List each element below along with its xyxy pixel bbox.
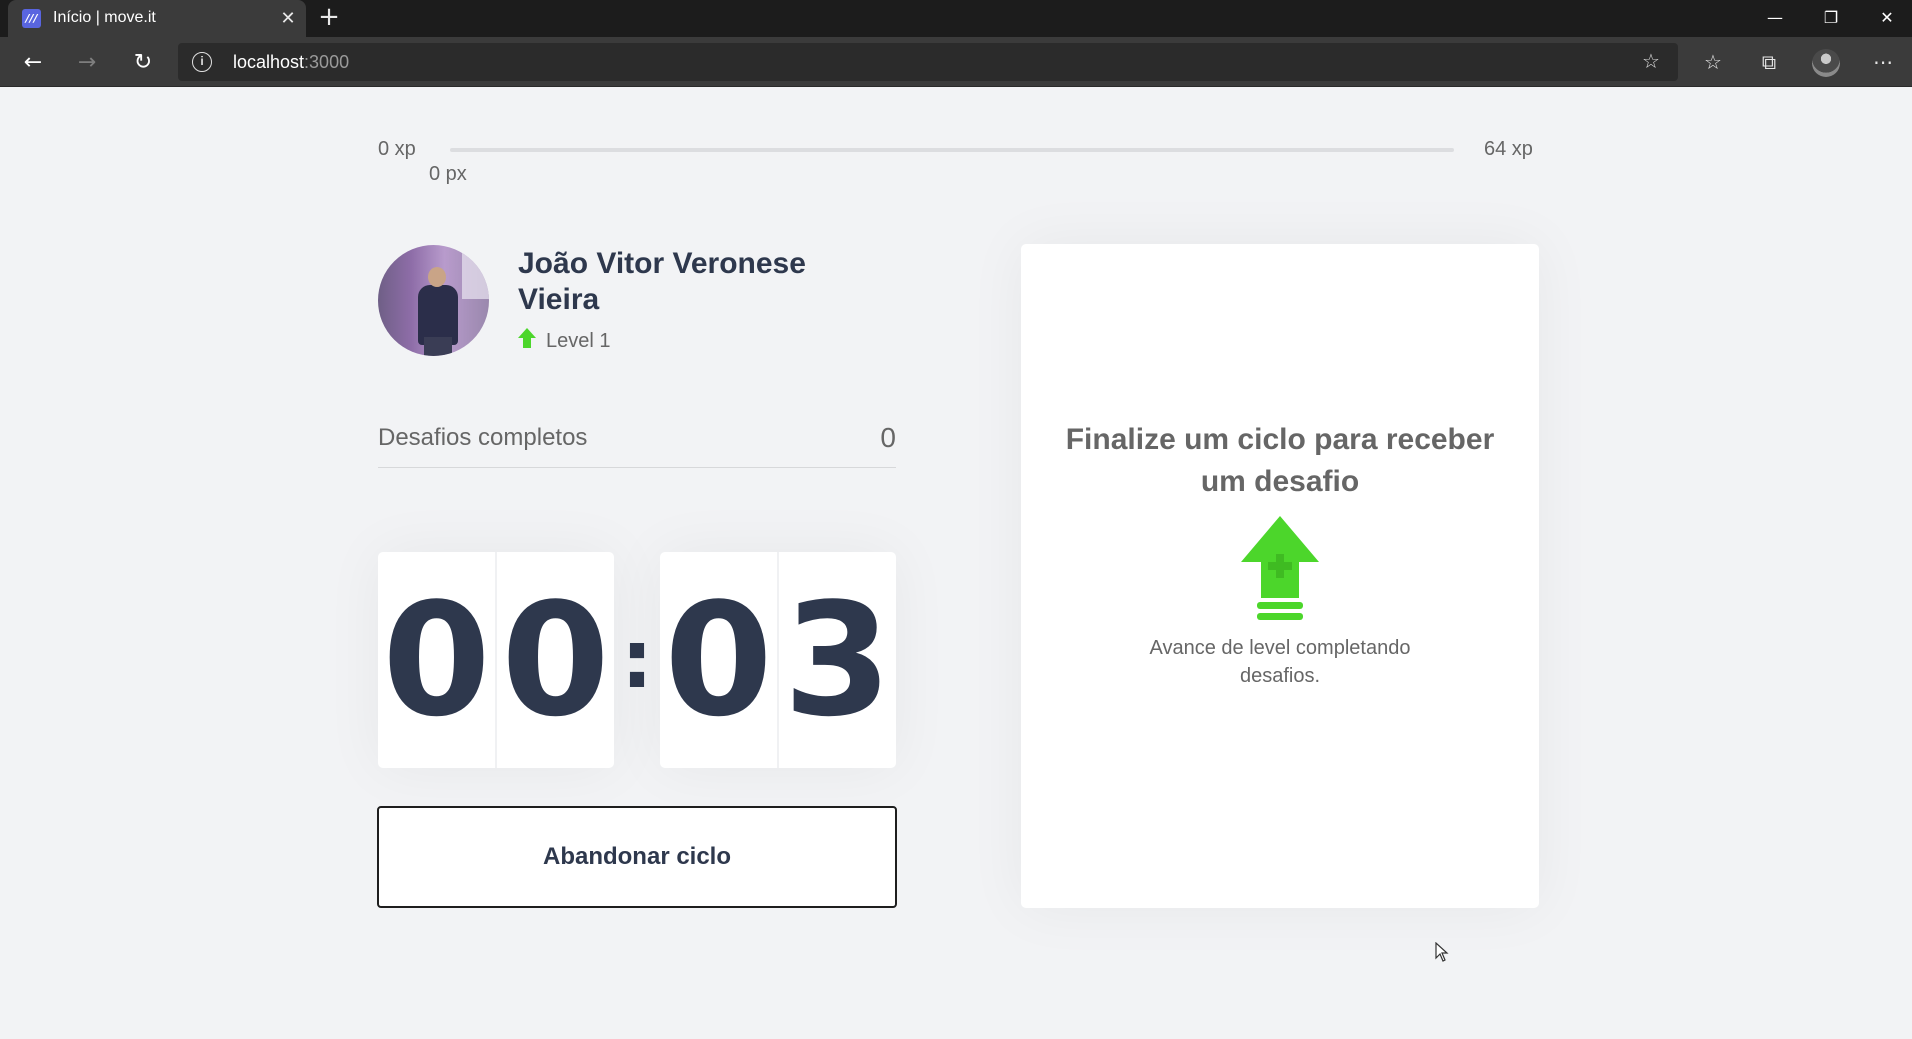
collections-icon[interactable]: ⧉ [1754,47,1784,77]
page-content: 0 xp 64 xp 0 px João Vitor Veronese Viei… [0,88,1912,1039]
moveit-favicon-icon: /// [22,9,41,28]
countdown-separator: : [621,613,653,706]
challenge-box-description: Avance de level completando desafios. [1149,637,1411,687]
challenge-box-title: Finalize um ciclo para receber um desafi… [1065,423,1495,498]
tab-title: Início | move.it [53,9,156,26]
tab-close-icon[interactable]: ✕ [278,8,298,28]
minimize-icon[interactable]: — [1762,5,1788,31]
mouse-cursor-icon [1435,942,1449,962]
experience-bar [450,148,1454,152]
countdown: 0 0 : 0 3 [378,552,896,768]
address-host: localhost [233,52,305,72]
level-up-icon [518,328,536,348]
browser-profile-avatar[interactable] [1812,49,1840,77]
completed-challenges-count: 0 [880,422,896,453]
level-label: Level 1 [546,330,611,352]
more-options-icon[interactable]: ⋯ [1868,47,1898,77]
minutes-ones: 0 [501,569,610,751]
browser-tabbar: /// Início | move.it ✕ + — ❐ ✕ [0,0,1912,37]
window-close-icon[interactable]: ✕ [1874,5,1900,31]
xp-min-label: 0 xp [378,138,416,160]
address-text[interactable]: localhost:3000 [233,52,349,73]
address-port: :3000 [304,52,350,72]
completed-challenges-label: Desafios completos [378,424,588,451]
favorites-icon[interactable]: ☆ [1698,47,1728,77]
level-up-arrow-icon [1241,516,1319,620]
back-icon[interactable]: ← [18,48,48,78]
add-favorite-icon[interactable]: ☆ [1642,49,1660,73]
xp-current-label: 0 px [429,163,467,185]
xp-max-label: 64 xp [1484,138,1533,160]
seconds-card: 0 3 [660,552,896,768]
restore-icon[interactable]: ❐ [1818,5,1844,31]
completed-challenges: Desafios completos 0 [378,422,896,468]
seconds-ones: 3 [783,569,892,751]
abandon-cycle-button[interactable]: Abandonar ciclo [377,806,897,908]
new-tab-icon[interactable]: + [317,4,341,30]
avatar [378,245,489,356]
seconds-tens: 0 [664,569,773,751]
reload-icon[interactable]: ↻ [128,48,158,78]
minutes-card: 0 0 [378,552,614,768]
user-name: João Vitor Veronese Vieira [518,247,806,316]
challenge-box: Finalize um ciclo para receber um desafi… [1021,244,1539,908]
site-info-icon[interactable]: i [192,52,212,72]
minutes-tens: 0 [382,569,491,751]
browser-toolbar: ← → ↻ i localhost:3000 ☆ ☆ ⧉ ⋯ [0,37,1912,87]
address-bar[interactable]: i localhost:3000 ☆ [178,43,1678,81]
browser-tab-active[interactable]: /// Início | move.it ✕ [8,0,306,37]
forward-icon[interactable]: → [72,48,102,78]
